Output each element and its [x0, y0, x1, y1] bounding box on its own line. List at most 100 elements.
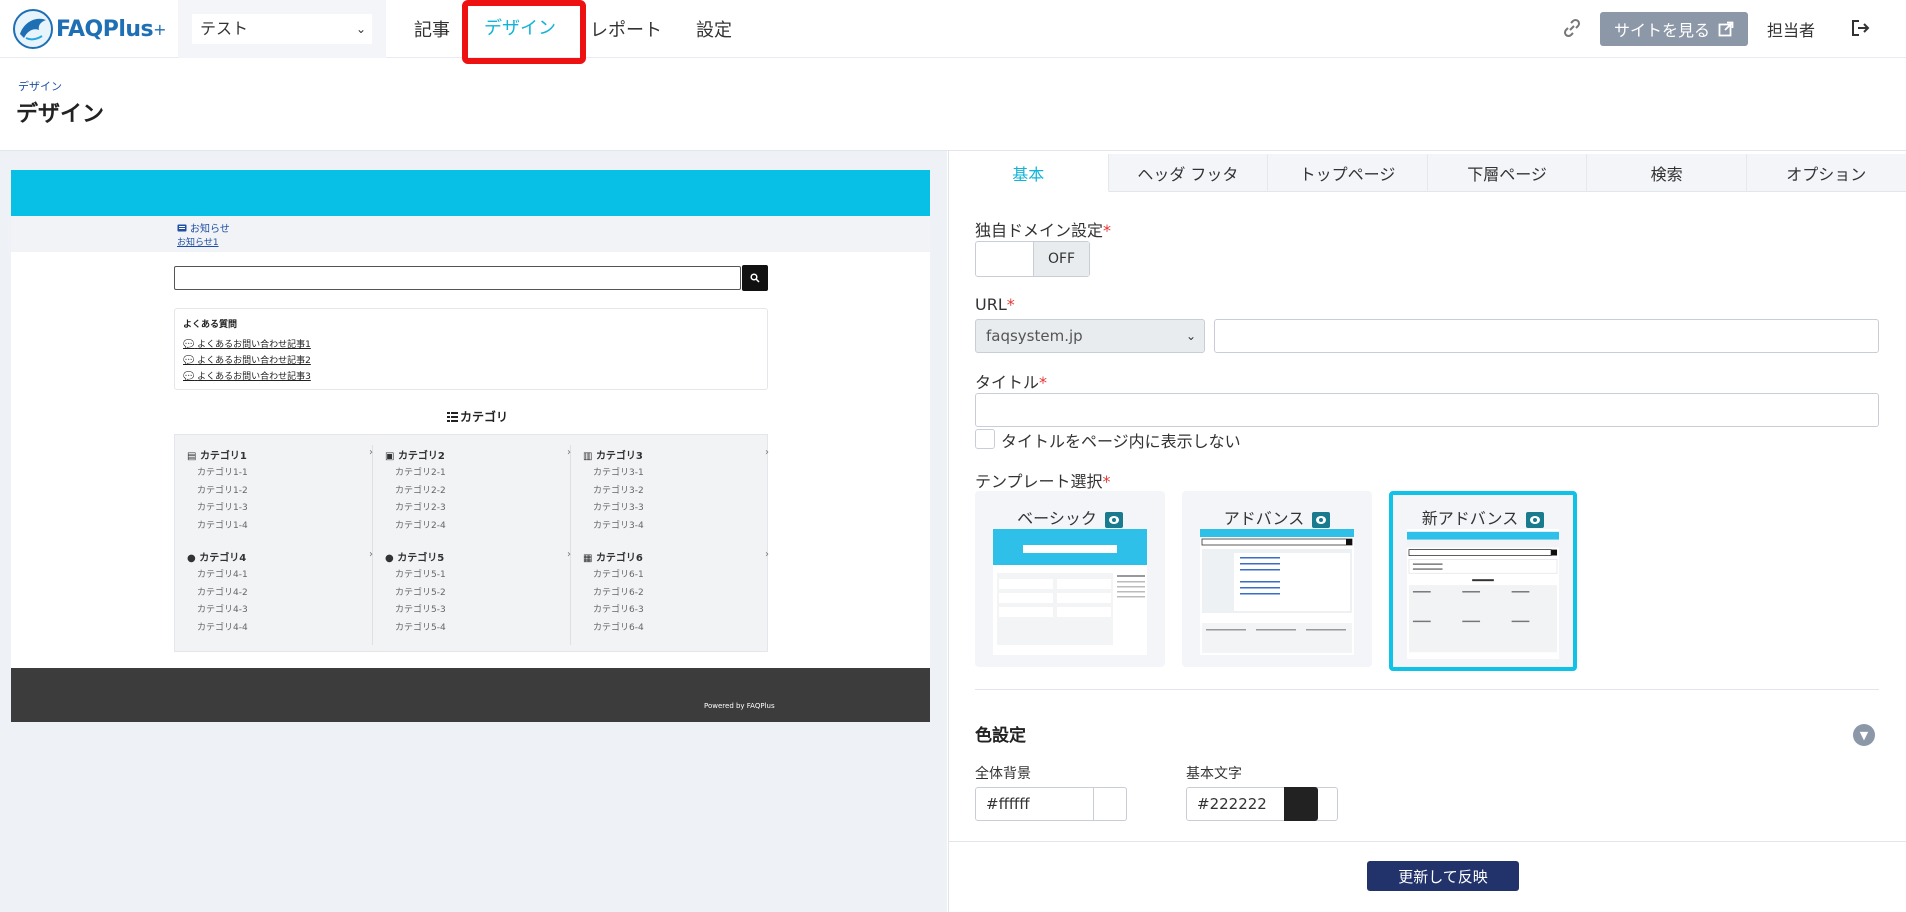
- text-color-swatch[interactable]: [1284, 787, 1318, 821]
- search-icon: [750, 273, 760, 283]
- nav-settings[interactable]: 設定: [696, 16, 732, 42]
- template-label-text: テンプレート選択: [975, 472, 1103, 491]
- template-thumbnail: [1200, 529, 1354, 655]
- preview-category-name-text: カテゴリ3: [595, 451, 643, 462]
- preview-category-name-text: カテゴリ4: [199, 553, 247, 564]
- preview-subcategory: カテゴリ2-1: [395, 468, 446, 478]
- preview-faq-item-text: よくあるお問い合わせ記事1: [197, 340, 311, 350]
- tab-basic[interactable]: 基本: [949, 154, 1109, 192]
- preview-category-name-text: カテゴリ6: [595, 553, 643, 564]
- required-mark: *: [1103, 221, 1112, 240]
- logout-icon[interactable]: [1850, 18, 1870, 38]
- top-bar: FAQPlus + テスト ⌄ 記事 デザイン レポート 設定 サイトを見る 担当…: [0, 0, 1906, 64]
- url-input[interactable]: [1214, 319, 1879, 353]
- logo-plus: +: [153, 19, 167, 39]
- template-name: ベーシック: [975, 505, 1165, 529]
- category-icon: ●: [187, 553, 200, 564]
- preview-subcategory: カテゴリ3-3: [593, 503, 644, 513]
- preview-category-name-text: カテゴリ5: [397, 553, 445, 564]
- template-name-text: 新アドバンス: [1421, 509, 1519, 528]
- nav-articles[interactable]: 記事: [414, 16, 450, 42]
- logo-text: FAQPlus: [56, 16, 154, 42]
- preview-header: [11, 170, 930, 216]
- preview-subcategory: カテゴリ5-1: [395, 570, 446, 580]
- settings-panel: 基本 ヘッダ フッタ トップページ 下層ページ 検索 オプション 独自ドメイン設…: [948, 151, 1906, 912]
- preview-search-button: [742, 265, 768, 291]
- template-card-basic[interactable]: ベーシック: [975, 491, 1165, 667]
- preview-category-heading: カテゴリ: [11, 408, 930, 425]
- template-name: アドバンス: [1182, 505, 1372, 529]
- domain-select[interactable]: faqsystem.jp ⌄: [975, 319, 1205, 353]
- eye-icon[interactable]: [1104, 511, 1123, 528]
- preview-category-name: ▤ カテゴリ1 ›: [187, 447, 377, 465]
- preview-footer: [11, 668, 930, 722]
- eye-icon[interactable]: [1526, 511, 1545, 528]
- title-label: タイトル*: [975, 369, 1047, 393]
- preview-notice-link: お知らせ1: [177, 238, 219, 248]
- template-card-advance[interactable]: アドバンス: [1182, 491, 1372, 667]
- template-name: 新アドバンス: [1393, 505, 1573, 529]
- preview-subcategory: カテゴリ5-4: [395, 622, 446, 633]
- template-name-text: ベーシック: [1017, 509, 1097, 528]
- color-section-title: 色設定: [975, 726, 1026, 746]
- category-icon: ●: [385, 553, 398, 564]
- chevron-right-icon: ›: [369, 447, 373, 458]
- tab-top-page[interactable]: トップページ: [1268, 154, 1428, 192]
- preview-subcategory: カテゴリ1-1: [197, 468, 248, 478]
- preview-subcategory: カテゴリ3-4: [593, 520, 644, 531]
- site-select[interactable]: テスト ⌄: [192, 14, 372, 44]
- preview-subcategory: カテゴリ6-2: [593, 587, 644, 598]
- tab-sub-page[interactable]: 下層ページ: [1428, 154, 1588, 192]
- apply-button[interactable]: 更新して反映: [1367, 861, 1519, 891]
- preview-faq-title: よくある質問: [183, 320, 238, 330]
- chat-icon: 💬: [183, 372, 195, 382]
- app-logo[interactable]: FAQPlus +: [12, 8, 172, 50]
- highlight-box: [462, 0, 586, 64]
- preview-subcategory: カテゴリ5-3: [395, 605, 446, 615]
- preview-faq-box: よくある質問 💬 よくあるお問い合わせ記事1 💬 よくあるお問い合わせ記事2 💬…: [174, 308, 768, 390]
- url-label: URL*: [975, 295, 1015, 314]
- title-input[interactable]: [975, 393, 1879, 427]
- preview-subcategory: カテゴリ6-4: [593, 622, 644, 633]
- custom-domain-toggle[interactable]: OFF: [975, 241, 1090, 277]
- preview-subcategory: カテゴリ5-2: [395, 587, 446, 598]
- domain-select-value: faqsystem.jp: [986, 327, 1083, 345]
- bg-color-label: 全体背景: [975, 766, 1031, 782]
- preview-category: ▤ カテゴリ1 › カテゴリ1-1 カテゴリ1-2 カテゴリ1-3 カテゴリ1-4: [187, 447, 377, 535]
- bg-color-swatch[interactable]: [1093, 787, 1127, 821]
- template-card-new-advance[interactable]: 新アドバンス: [1389, 491, 1577, 671]
- site-select-value: テスト: [200, 19, 249, 38]
- staff-menu[interactable]: 担当者: [1767, 17, 1815, 41]
- title-label-text: タイトル: [975, 373, 1040, 392]
- preview-category-name-text: カテゴリ1: [199, 451, 247, 462]
- preview-search-input: [174, 266, 741, 290]
- preview-category-name: ▣ カテゴリ2 ›: [385, 447, 575, 465]
- preview-subcategory: カテゴリ2-2: [395, 485, 446, 496]
- view-site-button[interactable]: サイトを見る: [1600, 12, 1748, 46]
- tab-search[interactable]: 検索: [1587, 154, 1747, 192]
- preview-category-name: ▥ カテゴリ3 ›: [583, 447, 773, 465]
- chat-icon: 💬: [183, 340, 195, 350]
- tab-options[interactable]: オプション: [1747, 154, 1906, 192]
- breadcrumb[interactable]: デザイン: [18, 78, 62, 94]
- category-icon: ▤: [187, 451, 200, 462]
- preview-subcategory: カテゴリ3-2: [593, 485, 644, 496]
- preview-category: ● カテゴリ5 › カテゴリ5-1 カテゴリ5-2 カテゴリ5-3 カテゴリ5-4: [385, 549, 575, 637]
- tab-header-footer[interactable]: ヘッダ フッタ: [1109, 154, 1269, 192]
- eye-icon[interactable]: [1312, 511, 1331, 528]
- category-icon: ▣: [385, 451, 398, 462]
- preview-subcategory: カテゴリ4-1: [197, 570, 248, 580]
- hide-title-label[interactable]: タイトルをページ内に表示しない: [1001, 428, 1241, 452]
- preview-powered-by: Powered by FAQPlus: [704, 702, 775, 710]
- link-icon[interactable]: [1562, 18, 1582, 38]
- nav-report[interactable]: レポート: [590, 16, 662, 42]
- preview-subcategory: カテゴリ2-4: [395, 520, 446, 531]
- chevron-right-icon: ›: [567, 447, 571, 458]
- text-color-label: 基本文字: [1186, 766, 1242, 782]
- collapse-toggle-icon[interactable]: ▼: [1853, 724, 1875, 746]
- domain-label-text: 独自ドメイン設定: [975, 221, 1104, 240]
- hide-title-checkbox[interactable]: [975, 429, 995, 449]
- chat-icon: 💬: [183, 356, 195, 366]
- page-title: デザイン: [16, 102, 105, 127]
- template-thumbnail: [1407, 529, 1559, 659]
